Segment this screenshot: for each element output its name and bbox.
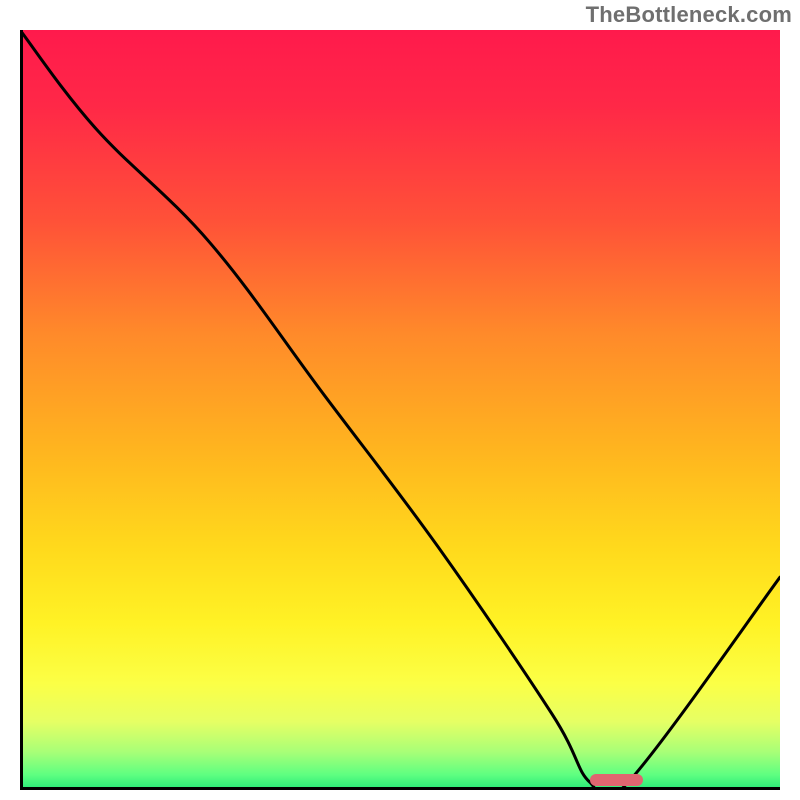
good-zone-marker — [590, 774, 643, 786]
y-axis — [20, 30, 23, 790]
bottleneck-curve — [20, 30, 780, 790]
x-axis — [20, 787, 780, 790]
chart-container: TheBottleneck.com — [0, 0, 800, 800]
watermark-text: TheBottleneck.com — [586, 2, 792, 28]
plot-area — [20, 30, 780, 790]
